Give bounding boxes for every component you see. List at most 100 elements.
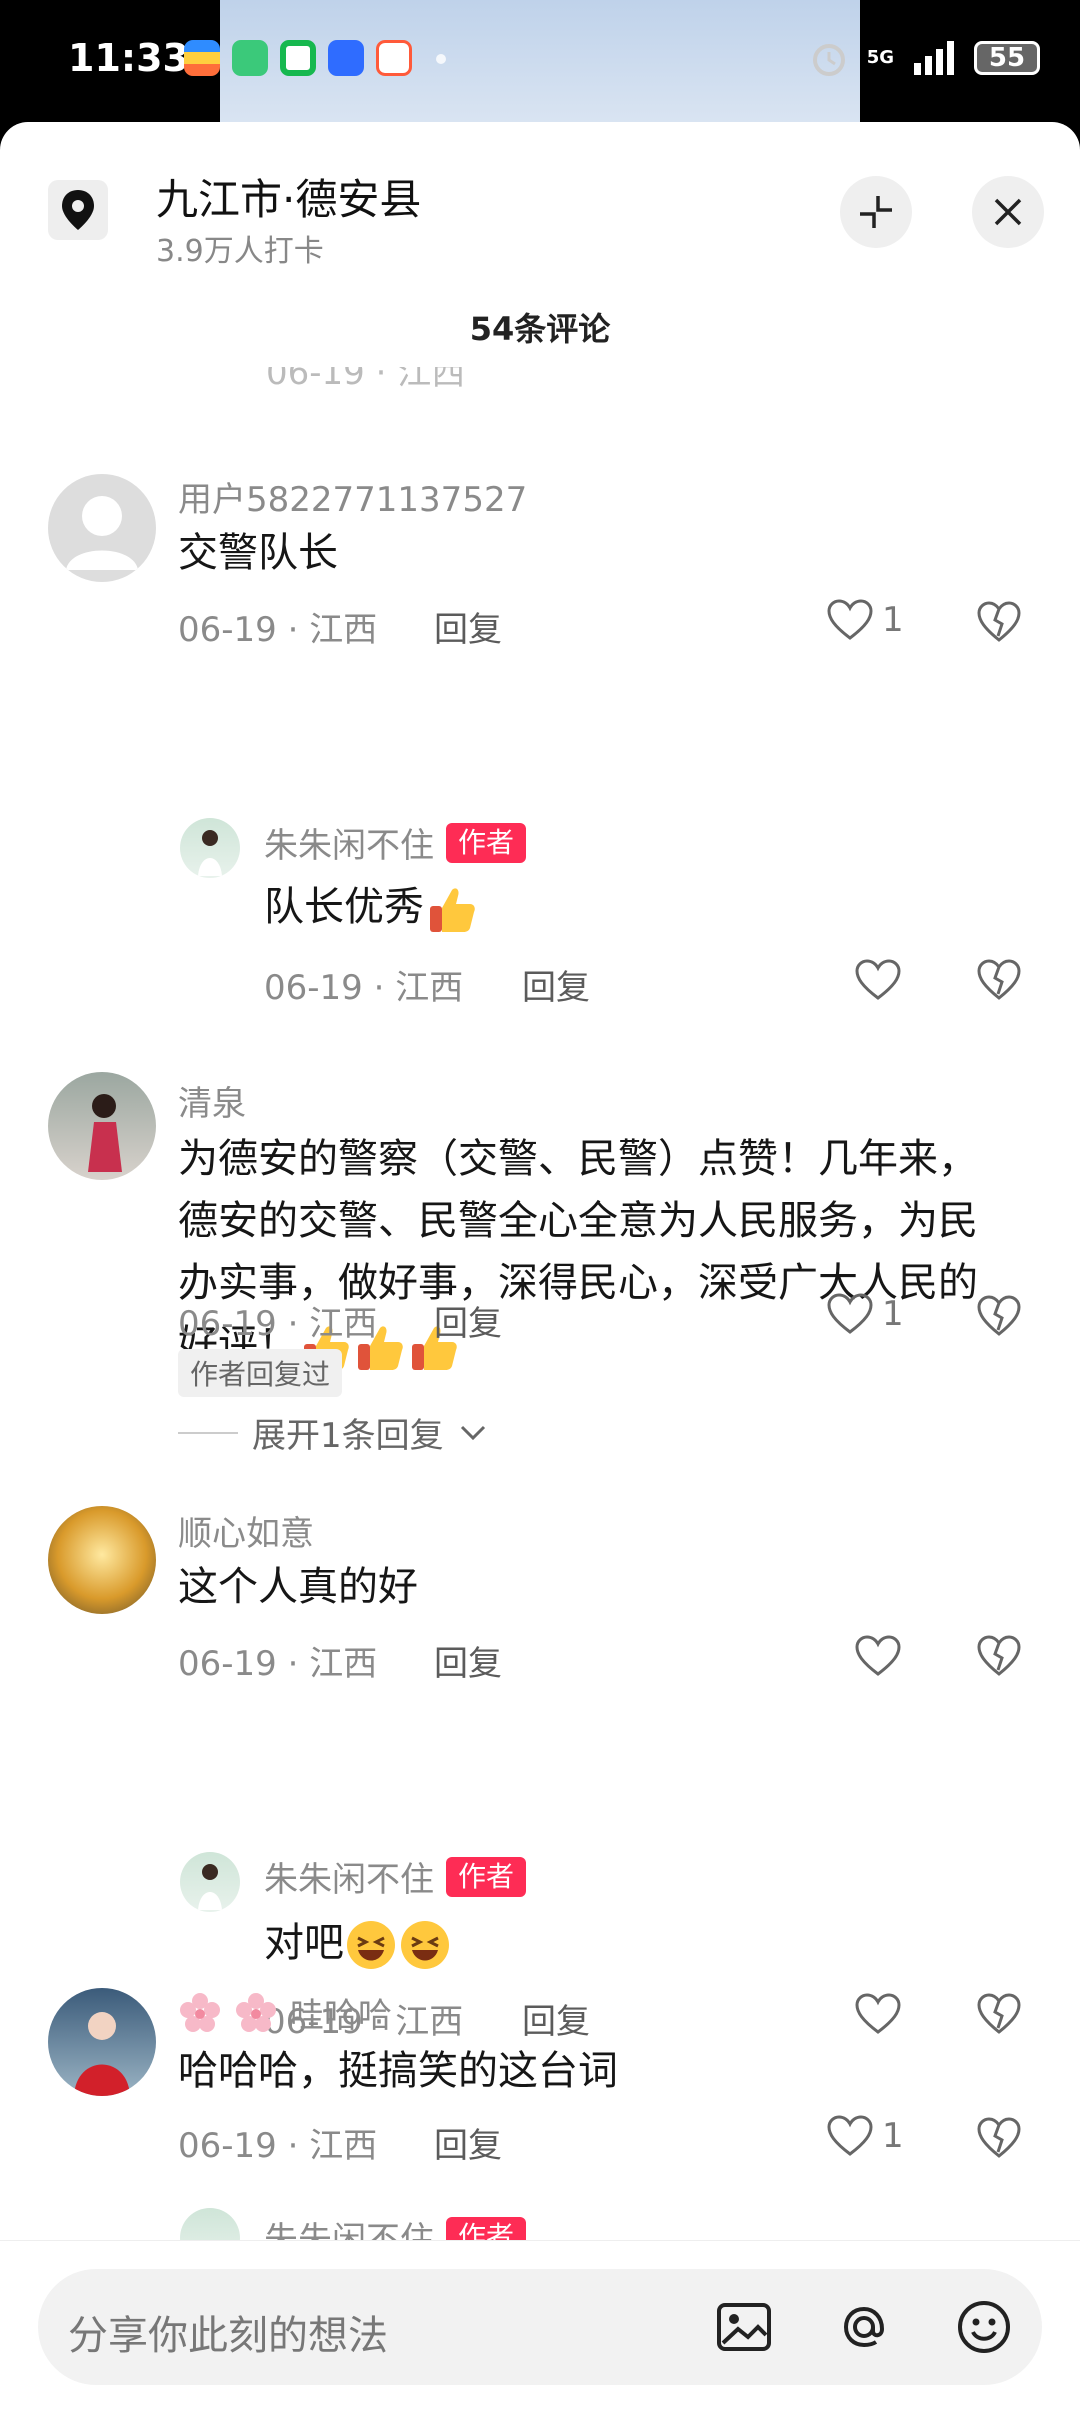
flower-icon — [180, 1992, 220, 2032]
status-right: 5G 55 — [809, 38, 1040, 78]
close-icon — [994, 198, 1022, 226]
status-app-icons — [184, 40, 412, 76]
mention-button[interactable] — [834, 2297, 894, 2357]
reply-text: 对吧 — [264, 1920, 344, 1966]
dislike-button[interactable] — [976, 600, 1022, 648]
broken-heart-icon — [977, 1635, 1021, 1676]
dislike-button[interactable] — [976, 958, 1022, 1006]
collapse-icon — [860, 196, 892, 228]
emoji-icon — [958, 2301, 1010, 2353]
search-app-icon — [328, 40, 364, 76]
comment-meta: 06-19 · 江西 — [178, 1644, 378, 1684]
reply-button[interactable]: 回复 — [522, 1994, 590, 2043]
expand-replies-button[interactable]: 展开1条回复 — [178, 1408, 488, 1457]
dislike-button[interactable] — [976, 1992, 1022, 2040]
heart-icon — [827, 2115, 873, 2156]
dislike-button[interactable] — [976, 1634, 1022, 1682]
like-count: 1 — [882, 2116, 904, 2156]
comment-username[interactable]: 顺心如意 — [178, 1506, 314, 1555]
broken-heart-icon — [977, 1993, 1021, 2034]
broken-heart-icon — [977, 601, 1021, 642]
reply-button[interactable]: 回复 — [522, 960, 590, 1009]
like-button[interactable] — [854, 958, 902, 1002]
dislike-button[interactable] — [976, 1294, 1022, 1342]
location-pin-icon — [48, 180, 108, 240]
like-button[interactable]: 1 — [826, 598, 904, 642]
clipped-meta: 06-19 · 江西 — [266, 367, 466, 387]
reply-username[interactable]: 朱朱闲不住 — [264, 1852, 434, 1901]
author-badge: 作者 — [446, 822, 527, 863]
input-placeholder: 分享你此刻的想法 — [68, 2313, 388, 2359]
comment-username[interactable]: 哇哈哈 — [290, 1988, 392, 2037]
laughing-emoji-icon — [347, 1921, 395, 1969]
broken-heart-icon — [977, 959, 1021, 1000]
broken-heart-icon — [977, 2117, 1021, 2158]
comment-username-row: 哇哈哈 — [178, 1988, 392, 2037]
heart-icon — [855, 1993, 901, 2034]
comment-meta: 06-19 · 江西 — [178, 610, 378, 650]
comment-text: 交警队长 — [178, 530, 338, 576]
author-avatar[interactable] — [180, 818, 240, 878]
alarm-icon — [812, 44, 845, 76]
laughing-emoji-icon — [401, 1921, 449, 1969]
author-badge: 作者 — [446, 1856, 527, 1897]
image-button[interactable] — [714, 2297, 774, 2357]
reply-username-row: 朱朱闲不住 作者 — [264, 1852, 527, 1901]
comments-panel: 九江市·德安县 3.9万人打卡 54条评论 06-19 · 江西 用户58227… — [0, 122, 1080, 2412]
wallet-app-icon — [184, 40, 220, 76]
browser-app-icon — [376, 40, 412, 76]
broken-heart-icon — [977, 1295, 1021, 1336]
comment-username[interactable]: 用户5822771137527 — [178, 472, 527, 521]
signal-icon — [914, 41, 954, 75]
reply-username-row: 朱朱闲不住 作者 — [264, 818, 527, 867]
heart-icon — [855, 959, 901, 1000]
reply-username[interactable]: 朱朱闲不住 — [264, 818, 434, 867]
at-icon — [843, 2306, 885, 2348]
thumbs-up-emoji-icon — [430, 888, 475, 932]
comment-input-bar: 分享你此刻的想法 — [0, 2240, 1080, 2412]
author-avatar[interactable] — [180, 1852, 240, 1912]
like-button[interactable] — [854, 1634, 902, 1678]
reply-button[interactable]: 回复 — [434, 2118, 502, 2167]
collapse-button[interactable] — [840, 176, 912, 248]
location-title: 九江市·德安县 — [156, 175, 422, 224]
like-button[interactable] — [854, 1992, 902, 2036]
like-button[interactable]: 1 — [826, 2114, 904, 2158]
like-count: 1 — [882, 1294, 904, 1334]
comment-text: 这个人真的好 — [178, 1564, 418, 1610]
comment-meta: 06-19 · 江西 — [178, 1304, 378, 1344]
clipped-previous-row: 06-19 · 江西 — [0, 367, 1080, 387]
heart-icon — [855, 1635, 901, 1676]
reply-text-row: 对吧 — [264, 1912, 452, 1974]
reply-button[interactable]: 回复 — [434, 602, 502, 651]
avatar[interactable] — [48, 474, 156, 582]
heart-icon — [827, 1293, 873, 1334]
status-bar: 11:33 5G 55 — [0, 0, 1080, 122]
avatar[interactable] — [48, 1988, 156, 2096]
security-app-icon — [280, 40, 316, 76]
close-button[interactable] — [972, 176, 1044, 248]
reply-text: 队长优秀 — [264, 884, 424, 930]
location-header[interactable]: 九江市·德安县 3.9万人打卡 — [0, 122, 1080, 272]
avatar[interactable] — [48, 1506, 156, 1614]
like-count: 1 — [882, 600, 904, 640]
comment-input[interactable]: 分享你此刻的想法 — [38, 2269, 1042, 2385]
reply-button[interactable]: 回复 — [434, 1636, 502, 1685]
expand-label: 展开1条回复 — [252, 1416, 444, 1456]
emoji-button[interactable] — [954, 2297, 1014, 2357]
author-replied-tag: 作者回复过 — [178, 1349, 343, 1397]
like-button[interactable]: 1 — [826, 1292, 904, 1336]
image-icon — [717, 2303, 771, 2351]
wifi-app-icon — [232, 40, 268, 76]
battery-indicator: 55 — [974, 41, 1040, 75]
comment-text: 哈哈哈，挺搞笑的这台词 — [178, 2048, 618, 2094]
dislike-button[interactable] — [976, 2116, 1022, 2164]
location-subtitle: 3.9万人打卡 — [156, 234, 324, 269]
expand-divider — [178, 1431, 238, 1434]
status-time: 11:33 — [68, 36, 189, 80]
network-label: 5G — [866, 47, 894, 68]
comment-username[interactable]: 清泉 — [178, 1076, 246, 1125]
reply-button[interactable]: 回复 — [434, 1296, 502, 1345]
avatar[interactable] — [48, 1072, 156, 1180]
chevron-down-icon — [460, 1425, 485, 1440]
